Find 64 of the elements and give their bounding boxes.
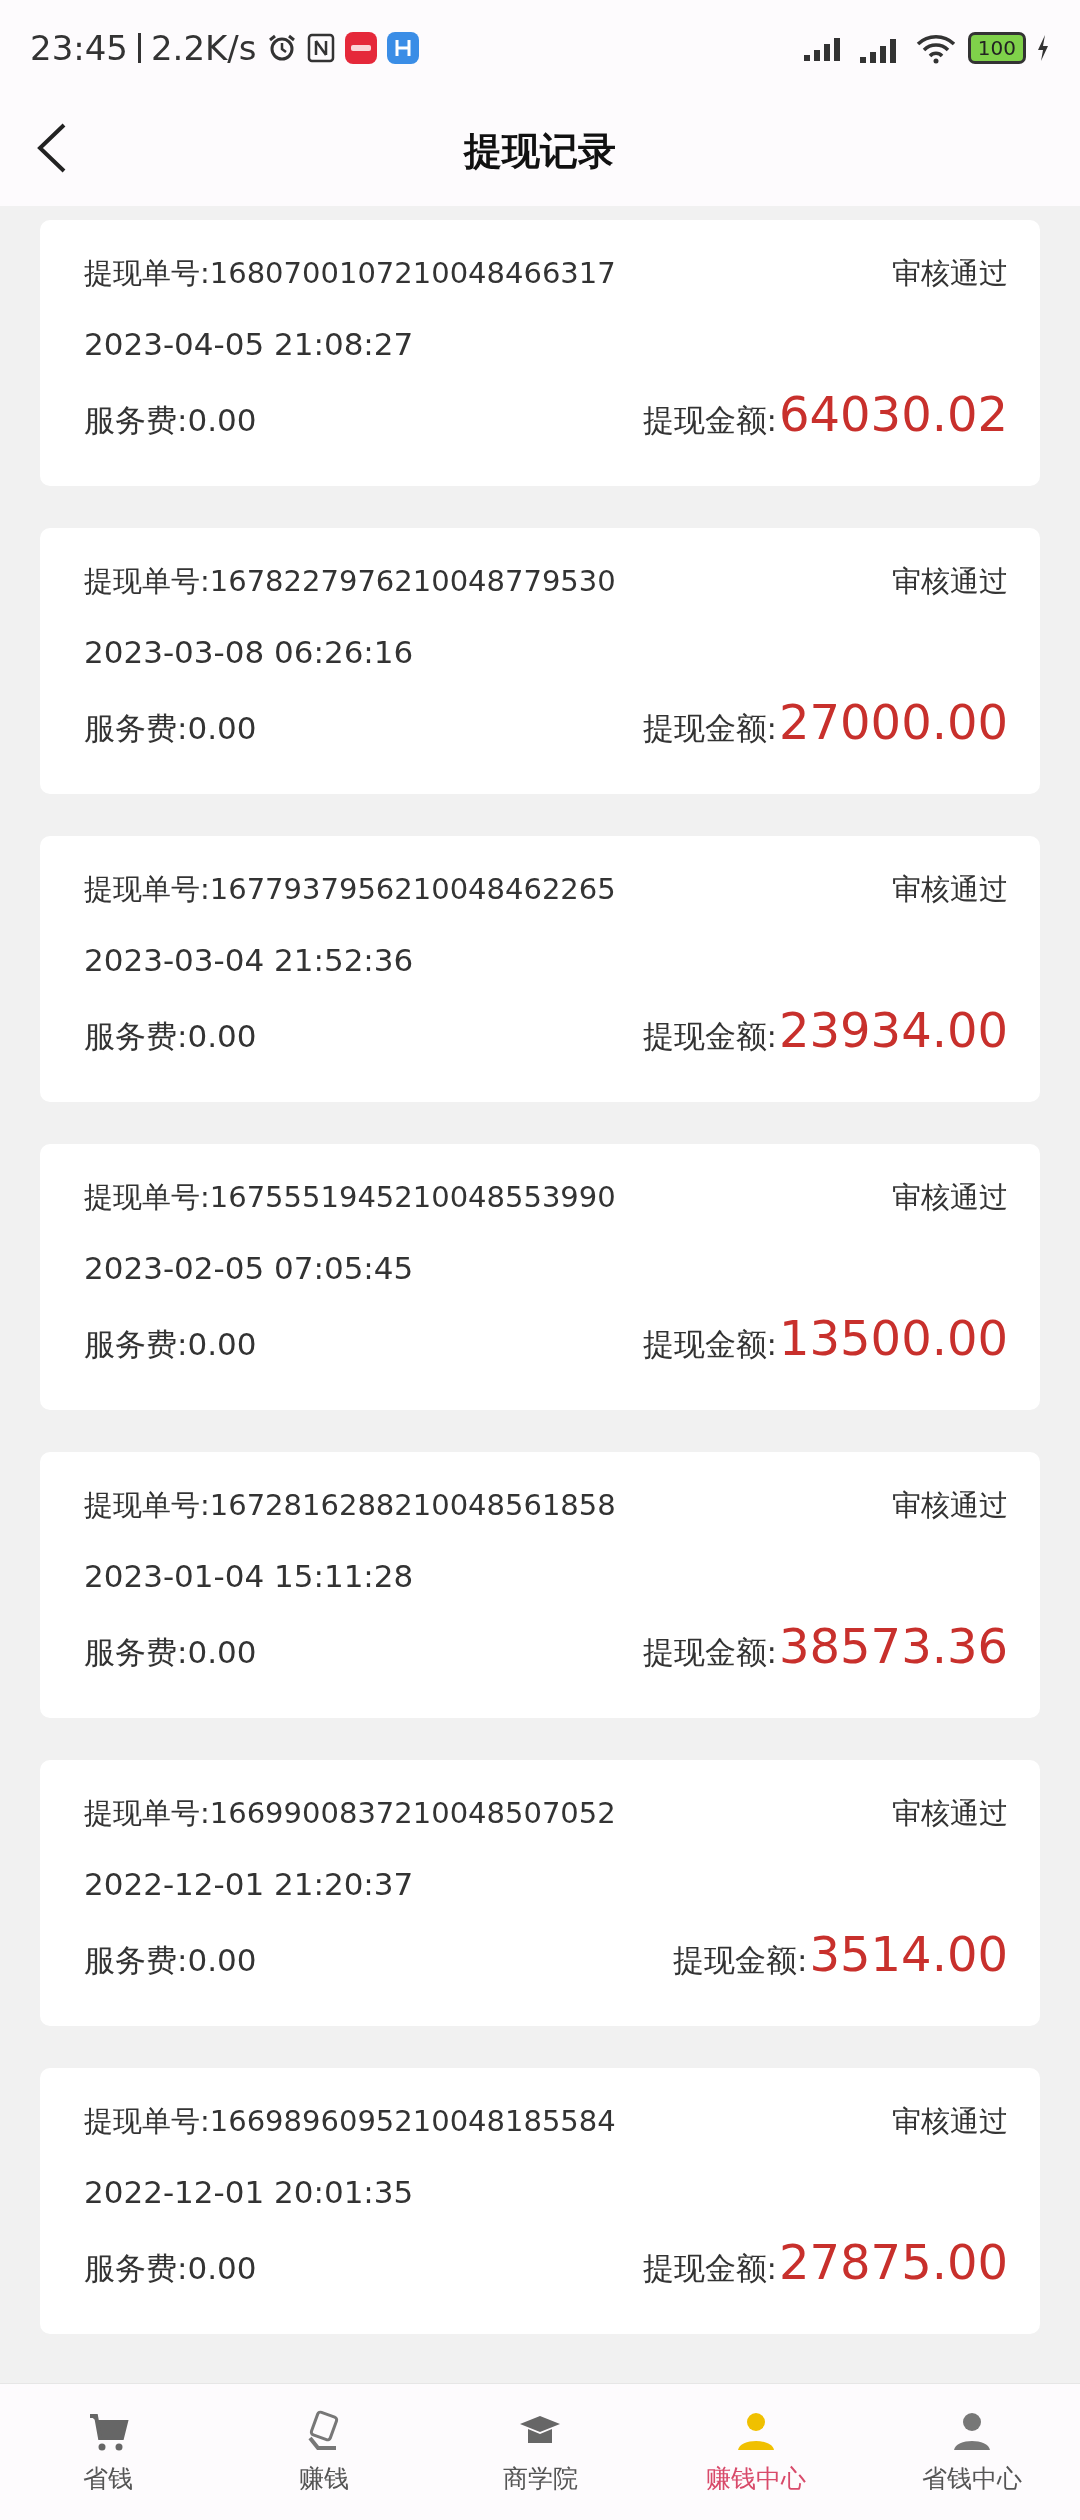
amount-label: 提现金额: — [673, 1941, 808, 1980]
order-number: 提现单号:1680700107210048466317 — [84, 255, 616, 292]
service-fee: 服务费:0.00 — [84, 1017, 257, 1056]
record-time: 2023-01-04 15:11:28 — [84, 1558, 414, 1594]
service-fee: 服务费:0.00 — [84, 709, 257, 748]
record-card[interactable]: 提现单号:1675551945210048553990 审核通过 2023-02-05 07:05:45 服务费:0.00 提现金额:13500.00 — [40, 1144, 1040, 1410]
amount-label: 提现金额: — [642, 1325, 777, 1364]
tab-item[interactable]: 省钱 — [18, 2409, 198, 2495]
service-fee: 服务费:0.00 — [84, 2249, 257, 2288]
record-time: 2023-03-04 21:52:36 — [84, 942, 414, 978]
amount-value: 27000.00 — [778, 694, 1008, 750]
record-status: 审核通过 — [892, 1179, 1008, 1216]
record-status: 审核通过 — [892, 1795, 1008, 1832]
charging-icon — [1036, 34, 1050, 62]
tab-item[interactable]: 赚钱中心 — [666, 2409, 846, 2495]
record-time: 2022-12-01 20:01:35 — [84, 2174, 414, 2210]
record-time: 2023-03-08 06:26:16 — [84, 634, 414, 670]
service-fee: 服务费:0.00 — [84, 1941, 257, 1980]
record-card[interactable]: 提现单号:1669896095210048185584 审核通过 2022-12-01 20:01:35 服务费:0.00 提现金额:27875.00 — [40, 2068, 1040, 2334]
service-fee: 服务费:0.00 — [84, 1325, 257, 1364]
back-icon[interactable] — [36, 122, 68, 174]
amount-label: 提现金额: — [642, 1017, 777, 1056]
amount-value: 3514.00 — [809, 1926, 1008, 1982]
record-status: 审核通过 — [892, 871, 1008, 908]
amount-value: 64030.02 — [778, 386, 1008, 442]
order-number: 提现单号:1678227976210048779530 — [84, 563, 616, 600]
app-icon — [386, 32, 419, 64]
order-number: 提现单号:1677937956210048462265 — [84, 871, 616, 908]
record-time: 2022-12-01 21:20:37 — [84, 1866, 414, 1902]
amount-value: 38573.36 — [778, 1618, 1008, 1674]
record-time: 2023-02-05 07:05:45 — [84, 1250, 414, 1286]
amount-value: 23934.00 — [778, 1002, 1008, 1058]
order-number: 提现单号:1675551945210048553990 — [84, 1179, 616, 1216]
amount-label: 提现金额: — [642, 1633, 777, 1672]
record-card[interactable]: 提现单号:1669900837210048507052 审核通过 2022-12-01 21:20:37 服务费:0.00 提现金额:3514.00 — [40, 1760, 1040, 2026]
order-number: 提现单号:1669900837210048507052 — [84, 1795, 616, 1832]
page-title: 提现记录 — [464, 127, 616, 175]
record-card[interactable]: 提现单号:1677937956210048462265 审核通过 2023-03-04 21:52:36 服务费:0.00 提现金额:23934.00 — [40, 836, 1040, 1102]
record-status: 审核通过 — [892, 2103, 1008, 2140]
service-fee: 服务费:0.00 — [84, 1633, 257, 1672]
service-fee: 服务费:0.00 — [84, 401, 257, 440]
tab-item[interactable]: 赚钱 — [234, 2409, 414, 2495]
record-status: 审核通过 — [892, 563, 1008, 600]
record-status: 审核通过 — [892, 1487, 1008, 1524]
amount-value: 13500.00 — [778, 1310, 1008, 1366]
status-time: 23:45 — [30, 28, 128, 68]
record-card[interactable]: 提现单号:1680700107210048466317 审核通过 2023-04-05 21:08:27 服务费:0.00 提现金额:64030.02 — [40, 220, 1040, 486]
amount-label: 提现金额: — [642, 709, 777, 748]
record-card[interactable]: 提现单号:1678227976210048779530 审核通过 2023-03-08 06:26:16 服务费:0.00 提现金额:27000.00 — [40, 528, 1040, 794]
alarm-icon — [266, 33, 297, 63]
amount-label: 提现金额: — [642, 401, 777, 440]
record-card[interactable]: 提现单号:1672816288210048561858 审核通过 2023-01-04 15:11:28 服务费:0.00 提现金额:38573.36 — [40, 1452, 1040, 1718]
record-status: 审核通过 — [892, 255, 1008, 292]
app-icon — [344, 32, 377, 64]
battery-indicator: 100 — [967, 32, 1026, 64]
tab-item[interactable]: 商学院 — [450, 2409, 630, 2495]
record-time: 2023-04-05 21:08:27 — [84, 326, 414, 362]
order-number: 提现单号:1672816288210048561858 — [84, 1487, 616, 1524]
order-number: 提现单号:1669896095210048185584 — [84, 2103, 616, 2140]
amount-value: 27875.00 — [778, 2234, 1008, 2290]
network-speed: 2.2K/s — [151, 28, 257, 68]
tab-item[interactable]: 省钱中心 — [882, 2409, 1062, 2495]
nfc-icon — [306, 33, 335, 63]
amount-label: 提现金额: — [642, 2249, 777, 2288]
